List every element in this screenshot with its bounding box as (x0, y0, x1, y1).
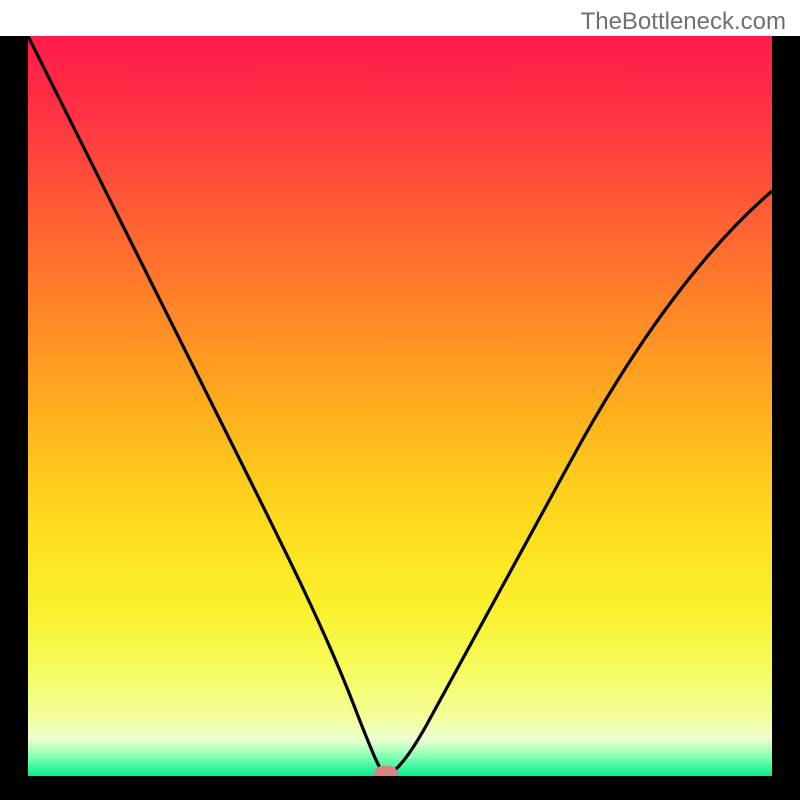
v-curve (28, 36, 772, 775)
curve-layer (28, 36, 772, 776)
watermark-text: TheBottleneck.com (581, 8, 786, 36)
plot-area (28, 36, 772, 776)
minimum-marker (374, 766, 398, 776)
chart-container: TheBottleneck.com (0, 0, 800, 800)
